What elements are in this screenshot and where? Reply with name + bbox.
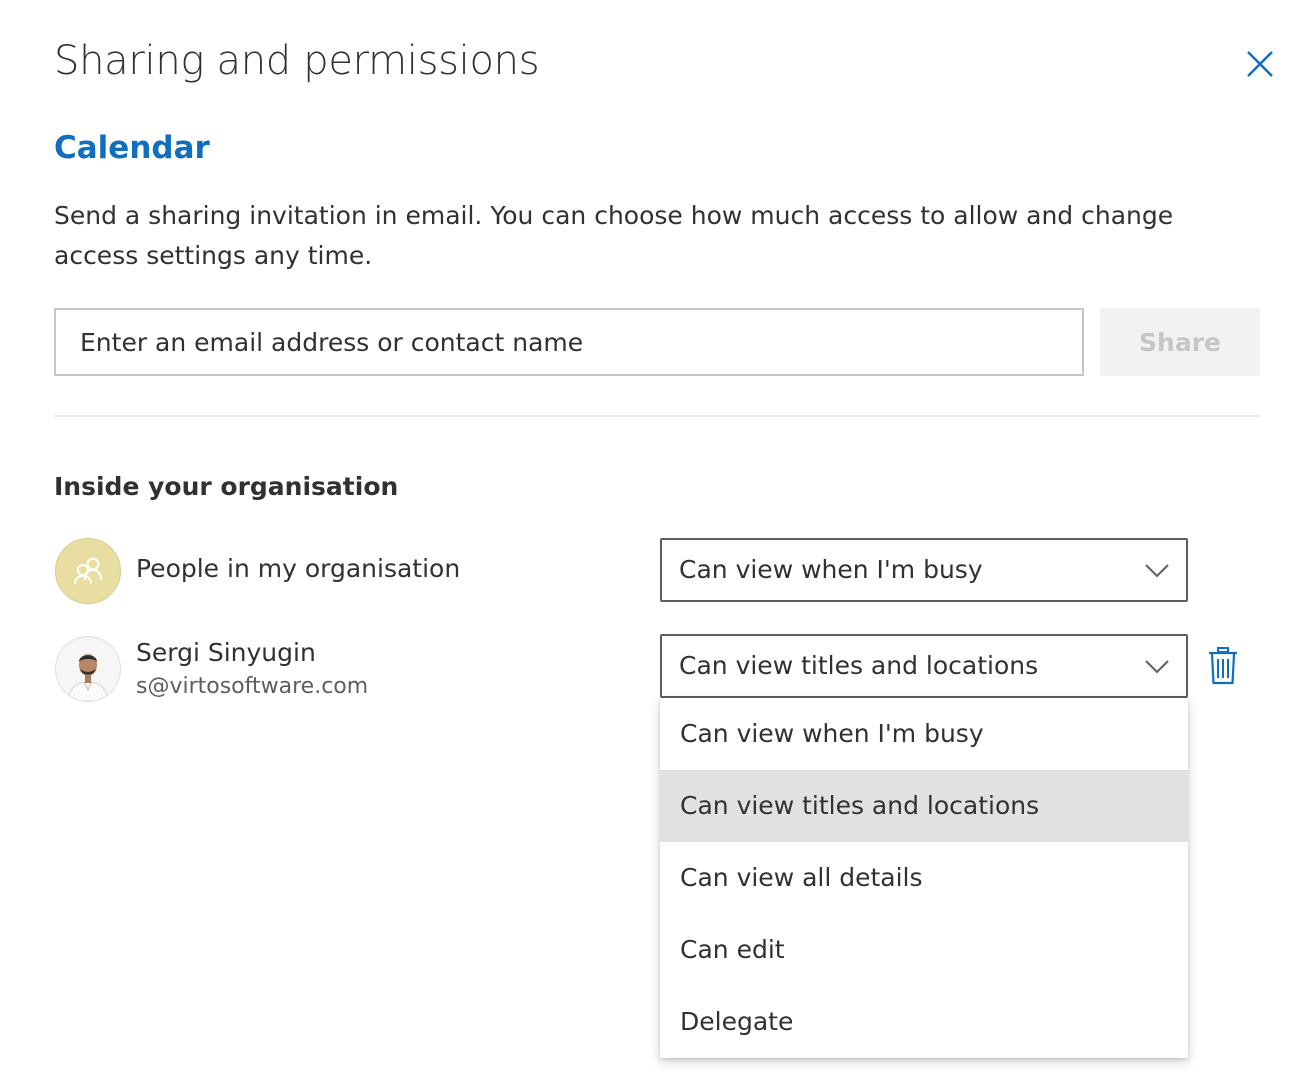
calendar-name: Calendar (54, 130, 210, 166)
dialog-title: Sharing and permissions (54, 38, 540, 84)
people-group-avatar (55, 538, 121, 604)
share-button[interactable]: Share (1100, 308, 1260, 376)
people-group-icon (74, 557, 102, 585)
org-permission-value: Can view when I'm busy (679, 555, 983, 584)
user-name: Sergi Sinyugin (136, 638, 316, 667)
section-heading: Inside your organisation (54, 472, 399, 501)
close-icon (1247, 51, 1273, 77)
user-email: s@virtosoftware.com (136, 674, 369, 699)
chevron-down-icon (1144, 654, 1170, 678)
menu-item-can-edit[interactable]: Can edit (660, 914, 1188, 986)
close-button[interactable] (1240, 44, 1280, 84)
menu-item-titles-locations[interactable]: Can view titles and locations (660, 770, 1188, 842)
chevron-down-icon (1144, 558, 1170, 582)
sharing-dialog: Sharing and permissions Calendar Send a … (0, 0, 1316, 1076)
permission-menu: Can view when I'm busy Can view titles a… (660, 698, 1188, 1058)
email-field[interactable] (54, 308, 1084, 376)
user-permission-value: Can view titles and locations (679, 651, 1039, 680)
menu-item-busy[interactable]: Can view when I'm busy (660, 698, 1188, 770)
section-divider (54, 415, 1260, 417)
user-permission-dropdown[interactable]: Can view titles and locations (660, 634, 1188, 698)
menu-item-all-details[interactable]: Can view all details (660, 842, 1188, 914)
remove-user-button[interactable] (1206, 646, 1240, 686)
avatar (55, 636, 121, 702)
user-photo (56, 637, 120, 701)
menu-item-delegate[interactable]: Delegate (660, 986, 1188, 1058)
sharing-description: Send a sharing invitation in email. You … (54, 201, 1174, 270)
trash-icon (1209, 647, 1237, 685)
people-in-org-label: People in my organisation (136, 554, 461, 583)
org-permission-dropdown[interactable]: Can view when I'm busy (660, 538, 1188, 602)
